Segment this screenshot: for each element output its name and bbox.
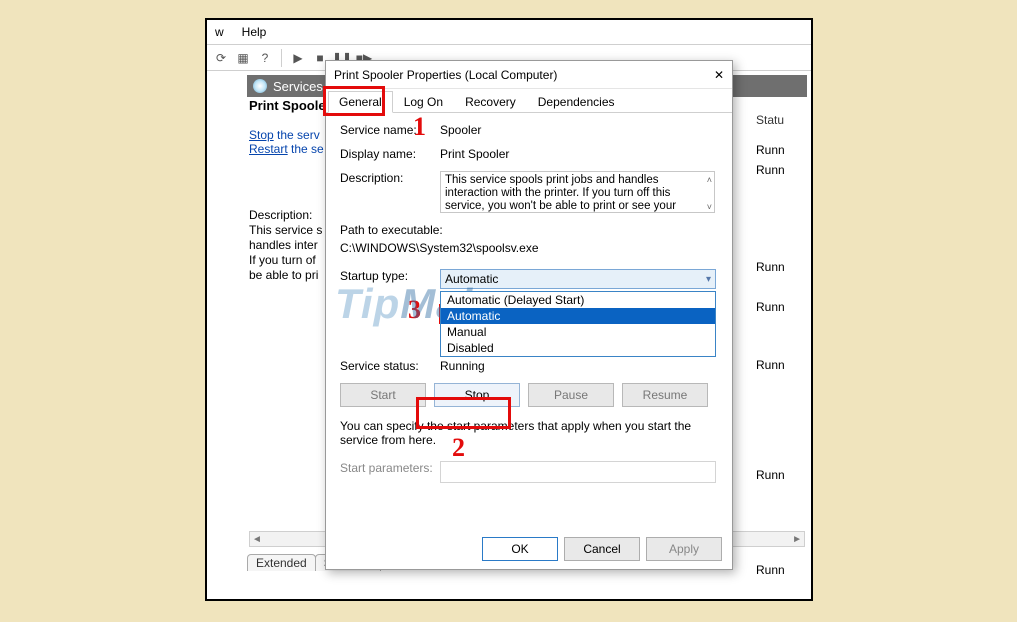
- description-label: Description:: [340, 171, 440, 185]
- status-cell: Runn: [756, 140, 785, 160]
- dialog-titlebar: Print Spooler Properties (Local Computer…: [326, 61, 732, 89]
- play-icon[interactable]: ▶: [288, 48, 308, 68]
- startup-type-select[interactable]: Automatic ▾: [440, 269, 716, 289]
- desc-text: This service s handles inter If you turn…: [249, 223, 322, 282]
- status-cell: Runn: [756, 560, 785, 580]
- chevron-down-icon: ▾: [706, 274, 711, 285]
- dialog-title-text: Print Spooler Properties (Local Computer…: [334, 68, 557, 82]
- dialog-body: Service name: Spooler Display name: Prin…: [326, 113, 732, 533]
- path-label: Path to executable:: [340, 223, 718, 237]
- status-cell: Runn: [756, 160, 785, 180]
- desc-scrollbar[interactable]: ˄˅: [707, 174, 712, 213]
- status-column: Runn Runn Runn Runn Runn Runn Runn: [756, 140, 785, 580]
- path-value: C:\WINDOWS\System32\spoolsv.exe: [340, 241, 718, 255]
- start-parameters-label: Start parameters:: [340, 461, 440, 475]
- stop-button[interactable]: Stop: [434, 383, 520, 407]
- service-name-label: Service name:: [340, 123, 440, 137]
- status-cell: Runn: [756, 355, 785, 375]
- dropdown-option-automatic[interactable]: Automatic: [441, 308, 715, 324]
- status-cell: Runn: [756, 257, 785, 277]
- service-name-value: Spooler: [440, 123, 718, 137]
- tab-recovery[interactable]: Recovery: [454, 91, 527, 112]
- refresh-icon[interactable]: ⟳: [211, 48, 231, 68]
- resume-button[interactable]: Resume: [622, 383, 708, 407]
- ok-button[interactable]: OK: [482, 537, 558, 561]
- tab-extended[interactable]: Extended: [247, 554, 316, 571]
- menu-item-view-truncated[interactable]: w: [215, 25, 224, 39]
- properties-dialog: Print Spooler Properties (Local Computer…: [325, 60, 733, 570]
- restart-link[interactable]: Restart: [249, 142, 288, 156]
- service-status-value: Running: [440, 359, 718, 373]
- tab-dependencies[interactable]: Dependencies: [527, 91, 626, 112]
- description-box: This service spools print jobs and handl…: [440, 171, 715, 213]
- start-parameters-input[interactable]: [440, 461, 716, 483]
- tab-general[interactable]: General: [328, 91, 393, 113]
- actions-block: Stop the serv Restart the se: [249, 128, 324, 156]
- close-icon[interactable]: ✕: [714, 68, 724, 82]
- scroll-down-icon[interactable]: ˅: [707, 201, 712, 213]
- selected-service-title: Print Spooler: [249, 98, 331, 113]
- startup-dropdown[interactable]: Automatic (Delayed Start) Automatic Manu…: [440, 291, 716, 357]
- dialog-buttons: OK Cancel Apply: [482, 537, 722, 561]
- description-block: Description: This service s handles inte…: [249, 208, 327, 283]
- desc-label: Description:: [249, 208, 312, 222]
- dropdown-option-delayed[interactable]: Automatic (Delayed Start): [441, 292, 715, 308]
- annotation-number-3: 3: [408, 295, 421, 325]
- display-name-label: Display name:: [340, 147, 440, 161]
- apply-button[interactable]: Apply: [646, 537, 722, 561]
- tab-logon[interactable]: Log On: [393, 91, 454, 112]
- display-name-value: Print Spooler: [440, 147, 718, 161]
- scroll-right-icon[interactable]: ►: [792, 534, 802, 545]
- start-button[interactable]: Start: [340, 383, 426, 407]
- export-icon[interactable]: ▦: [233, 48, 253, 68]
- menu-item-help[interactable]: Help: [242, 25, 267, 39]
- startup-type-label: Startup type:: [340, 269, 440, 283]
- help-icon[interactable]: ?: [255, 48, 275, 68]
- description-text: This service spools print jobs and handl…: [445, 174, 676, 213]
- cancel-button[interactable]: Cancel: [564, 537, 640, 561]
- dropdown-option-disabled[interactable]: Disabled: [441, 340, 715, 356]
- dropdown-option-manual[interactable]: Manual: [441, 324, 715, 340]
- scroll-left-icon[interactable]: ◄: [252, 534, 262, 545]
- menu-bar: w Help: [207, 20, 811, 45]
- status-cell: Runn: [756, 297, 785, 317]
- gear-icon: [253, 79, 267, 93]
- control-buttons: Start Stop Pause Resume: [340, 383, 718, 407]
- service-status-label: Service status:: [340, 359, 440, 373]
- dialog-tabs: General Log On Recovery Dependencies 1: [326, 89, 732, 113]
- scroll-up-icon[interactable]: ˄: [707, 174, 712, 187]
- stop-link[interactable]: Stop: [249, 128, 274, 142]
- status-column-header: Statu: [756, 113, 806, 127]
- hint-text: You can specify the start parameters tha…: [340, 419, 720, 447]
- stop-suffix: the serv: [274, 128, 320, 142]
- pause-button[interactable]: Pause: [528, 383, 614, 407]
- startup-selected-value: Automatic: [445, 272, 498, 286]
- restart-suffix: the se: [288, 142, 324, 156]
- status-cell: Runn: [756, 465, 785, 485]
